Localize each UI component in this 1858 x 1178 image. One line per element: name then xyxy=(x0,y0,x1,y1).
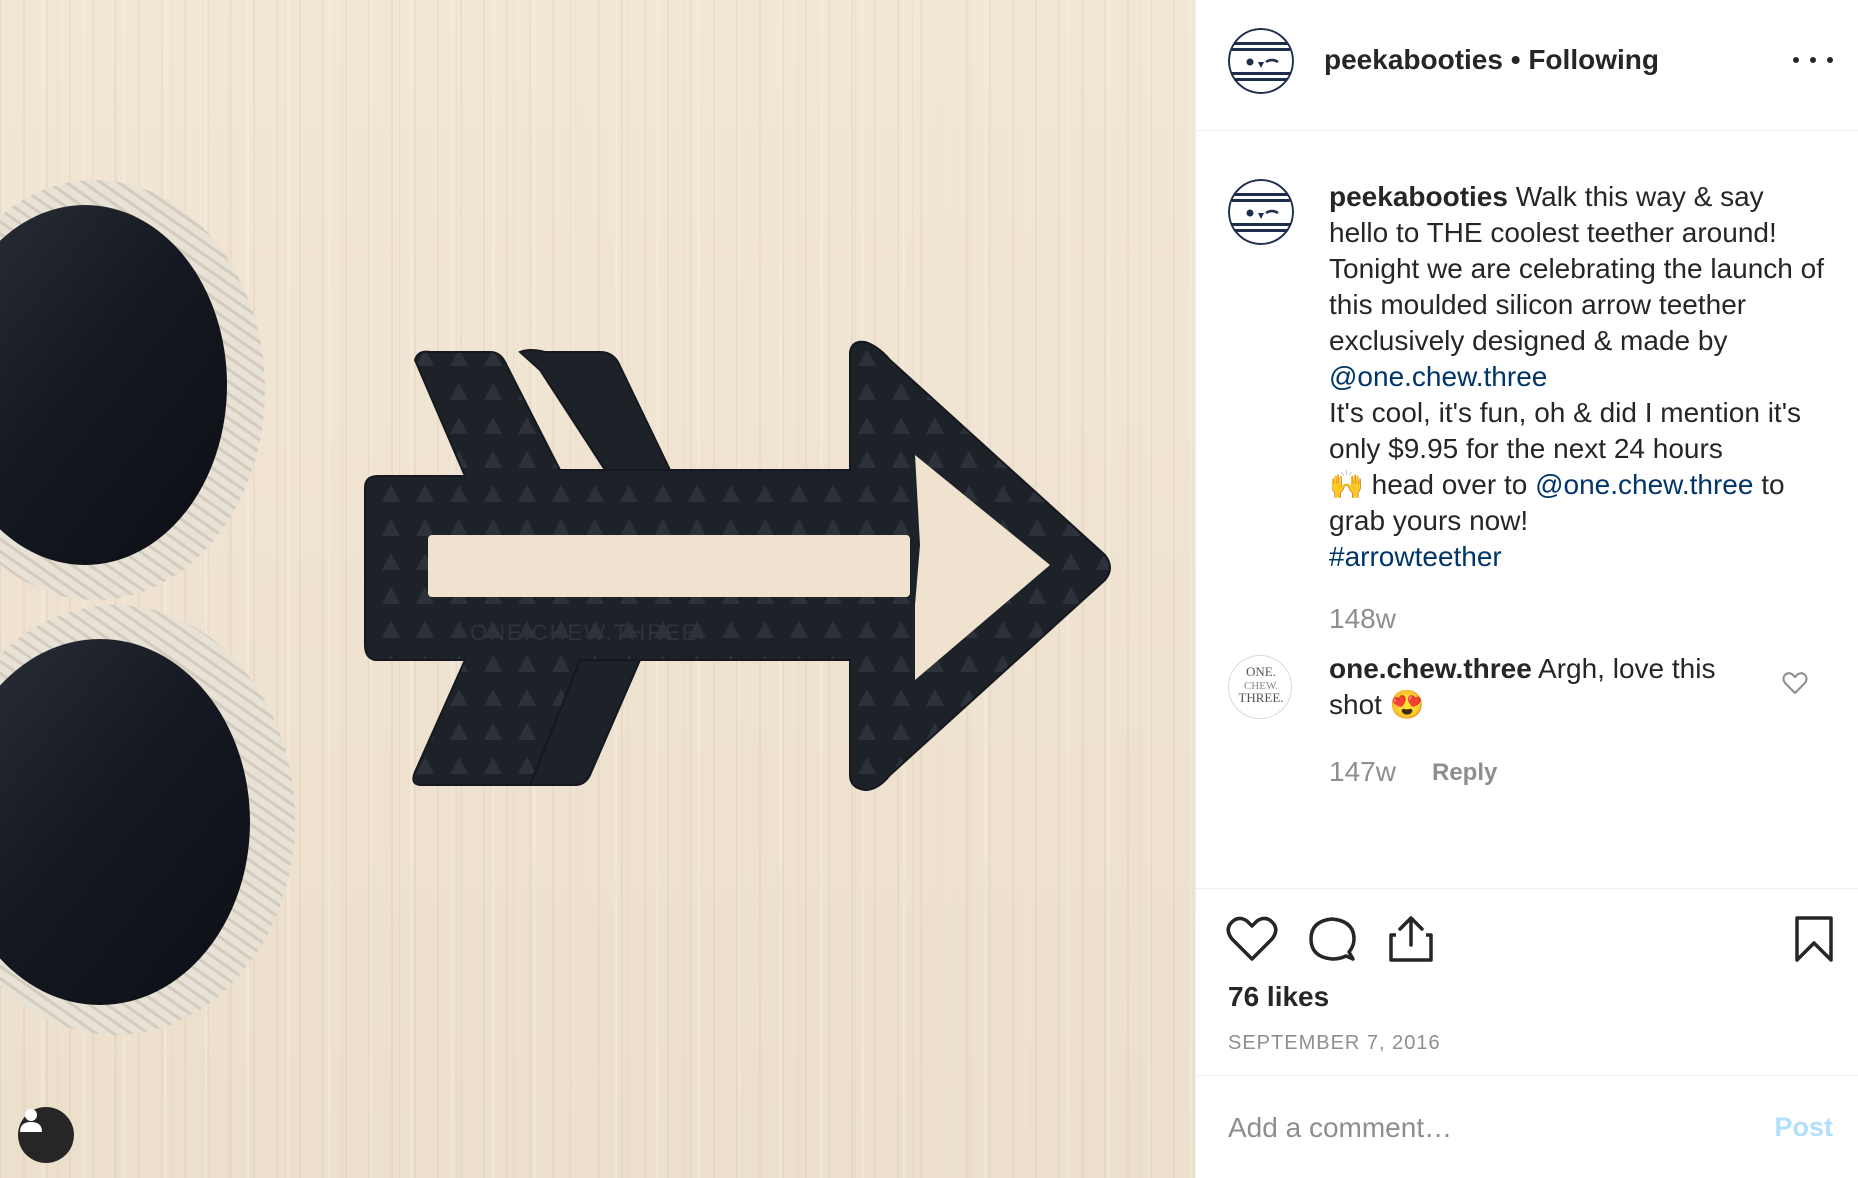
caption-timestamp[interactable]: 148w xyxy=(1329,603,1396,635)
post-header: peekabooties • Following xyxy=(1196,0,1858,131)
caption-mention-2[interactable]: @one.chew.three xyxy=(1535,469,1753,500)
share-icon[interactable] xyxy=(1388,915,1434,963)
heart-icon[interactable] xyxy=(1226,915,1278,963)
comment-bubble-icon[interactable] xyxy=(1308,915,1356,963)
comment-like-heart-icon[interactable] xyxy=(1782,671,1808,695)
caption-text-2: It's cool, it's fun, oh & did I mention … xyxy=(1329,397,1802,464)
follow-status-button[interactable]: Following xyxy=(1528,44,1659,75)
owl-logo-icon xyxy=(1228,179,1294,245)
add-comment-form: Post xyxy=(1196,1076,1858,1178)
comment-username[interactable]: one.chew.three xyxy=(1329,653,1532,684)
user-tags-button[interactable] xyxy=(18,1107,74,1163)
caption-mention-1[interactable]: @one.chew.three xyxy=(1329,361,1547,392)
more-options-button[interactable] xyxy=(1793,46,1833,74)
comments-section: peekabooties Walk this way & say hello t… xyxy=(1196,131,1858,888)
comment-timestamp[interactable]: 147w xyxy=(1329,756,1396,788)
photo-scene: ONE.CHEW.THREE. xyxy=(0,180,1111,1035)
svg-text:THREE.: THREE. xyxy=(1238,690,1283,705)
header-separator: • xyxy=(1510,44,1521,75)
post-actions: 76 likes SEPTEMBER 7, 2016 xyxy=(1196,888,1858,1076)
avatar[interactable] xyxy=(1228,28,1294,94)
post-sidebar: peekabooties • Following peekabooties Wa… xyxy=(1195,0,1858,1178)
caption-hashtag[interactable]: #arrowteether xyxy=(1329,541,1502,572)
reply-button[interactable]: Reply xyxy=(1432,759,1497,787)
shoe-bottom xyxy=(0,605,295,1035)
comment: one.chew.three Argh, love this shot 😍 xyxy=(1329,651,1759,723)
post-photo: ONE.CHEW.THREE. xyxy=(0,0,1195,1178)
owl-logo-icon xyxy=(1228,28,1294,94)
caption-username[interactable]: peekabooties xyxy=(1329,181,1508,212)
comment-input[interactable] xyxy=(1228,1108,1728,1148)
post-caption: peekabooties Walk this way & say hello t… xyxy=(1329,179,1829,575)
post-date[interactable]: SEPTEMBER 7, 2016 xyxy=(1228,1032,1441,1055)
shoe-top xyxy=(0,180,265,600)
person-icon xyxy=(20,1109,42,1132)
like-count[interactable]: 76 likes xyxy=(1228,981,1329,1013)
one-chew-three-logo: ONE. CHEW. THREE. xyxy=(1238,664,1283,705)
raised-hands-emoji: 🙌 xyxy=(1329,469,1364,500)
comment-avatar[interactable]: ONE. CHEW. THREE. xyxy=(1228,655,1292,719)
ellipsis-icon xyxy=(1793,57,1799,63)
header-username-row: peekabooties • Following xyxy=(1324,44,1659,76)
bookmark-icon[interactable] xyxy=(1794,915,1834,963)
svg-text:ONE.: ONE. xyxy=(1246,664,1276,679)
caption-text-3: head over to xyxy=(1363,469,1536,500)
header-username[interactable]: peekabooties xyxy=(1324,44,1503,75)
caption-avatar[interactable] xyxy=(1228,179,1294,245)
teether-brand-text: ONE.CHEW.THREE. xyxy=(470,620,707,645)
heart-eyes-emoji: 😍 xyxy=(1389,689,1425,720)
post-button[interactable]: Post xyxy=(1774,1112,1833,1143)
arrow-teether: ONE.CHEW.THREE. xyxy=(364,340,1111,791)
